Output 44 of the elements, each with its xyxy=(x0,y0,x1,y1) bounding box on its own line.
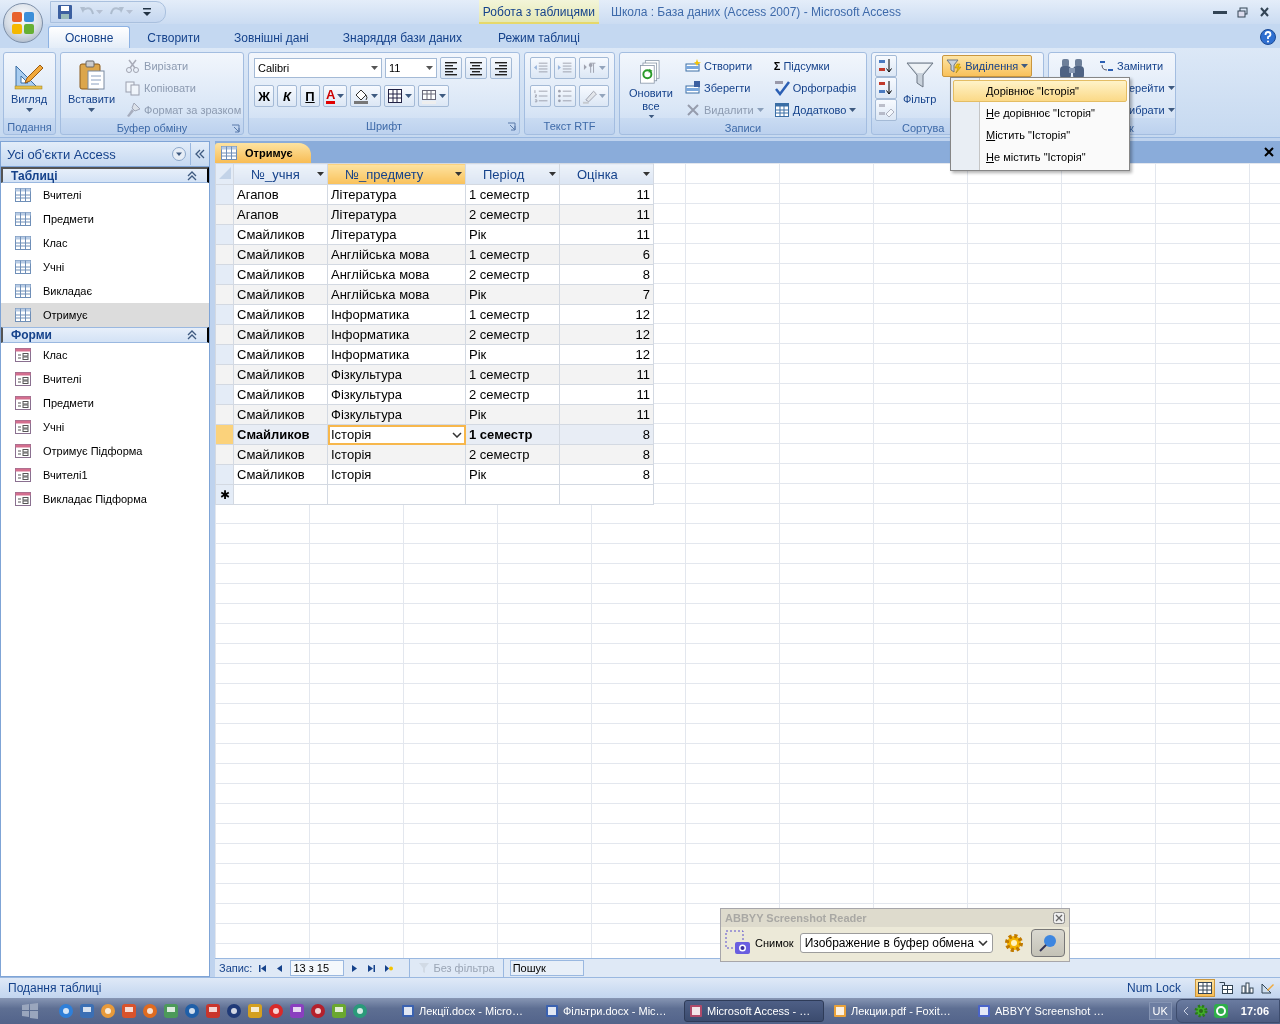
table-cell: 1 семестр xyxy=(465,304,560,325)
contextual-tab-label: Робота з таблицями xyxy=(478,0,599,24)
group-label: Текст RTF xyxy=(543,120,596,133)
group-label: Подання xyxy=(7,120,52,133)
table-cell: Смайликов xyxy=(233,264,328,285)
table-cell: 12 xyxy=(559,344,654,365)
table-cell: Рік xyxy=(465,464,560,485)
table-cell: Смайликов xyxy=(233,304,328,325)
table-cell: 11 xyxy=(559,184,654,205)
table-cell: Смайликов xyxy=(233,464,328,485)
window-title: Школа : База даних (Access 2007) - Microsoft Access xyxy=(610,5,901,19)
group-label: Шрифт xyxy=(365,120,403,133)
sigma-icon: Σ xyxy=(773,60,781,72)
table-cell: Історія xyxy=(327,464,466,485)
table-cell: Рік xyxy=(465,224,560,245)
group-label: Записи xyxy=(724,121,762,134)
status-text: Подання таблиці xyxy=(8,981,103,995)
table-cell: Фізкультура xyxy=(327,384,466,405)
group-label: Сортува xyxy=(902,121,945,134)
table-cell: 8 xyxy=(559,464,654,485)
table-cell: Смайликов xyxy=(233,224,328,245)
table-cell: 1 семестр xyxy=(465,184,560,205)
num-lock-indicator: Num Lock xyxy=(1126,981,1181,995)
table-cell: Смайликов xyxy=(233,384,328,405)
table-cell: Інформатика xyxy=(327,344,466,365)
group-label: к xyxy=(1129,121,1134,134)
table-cell: 12 xyxy=(559,304,654,325)
table-cell: 2 семестр xyxy=(465,264,560,285)
group-label: Буфер обміну xyxy=(116,121,188,134)
table-cell: 11 xyxy=(559,224,654,245)
table-cell: Література xyxy=(327,224,466,245)
table-cell: Інформатика xyxy=(327,304,466,325)
table-cell: Англійська мова xyxy=(327,264,466,285)
table-cell: 2 семестр xyxy=(465,384,560,405)
record-label: Запис: xyxy=(219,962,253,974)
table-cell: Смайликов xyxy=(233,344,328,365)
table-cell: 11 xyxy=(559,384,654,405)
table-cell: Агапов xyxy=(233,184,328,205)
new-record-marker: ✱ xyxy=(215,484,234,505)
table-cell: Рік xyxy=(465,344,560,365)
table-cell: 8 xyxy=(559,264,654,285)
pane-title: Усі об'єкти Access xyxy=(7,146,117,162)
clock: 17:06 xyxy=(1240,1005,1269,1017)
table-cell: Література xyxy=(327,184,466,205)
